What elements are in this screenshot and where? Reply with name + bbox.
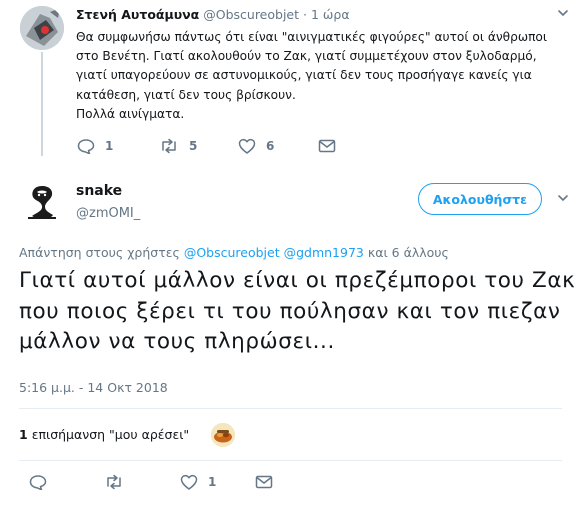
parent-reply-count: 1 xyxy=(105,139,114,153)
divider xyxy=(19,460,562,461)
retweet-icon xyxy=(104,474,124,490)
mail-icon xyxy=(318,138,336,154)
main-avatar[interactable] xyxy=(20,180,64,224)
dm-button[interactable] xyxy=(255,474,283,490)
like-count: 1 xyxy=(208,475,217,489)
author-handle[interactable]: @zmOMI_ xyxy=(76,206,140,221)
parent-tweet-header: Στενή Αυτοάμυνα @Obscureobjet · 1 ώρα xyxy=(76,7,350,22)
parent-retweet-button[interactable]: 5 xyxy=(159,138,197,154)
likes-count: 1 xyxy=(19,427,28,442)
tweet-timestamp[interactable]: 5:16 μ.μ. - 14 Οκτ 2018 xyxy=(19,380,168,395)
parent-tweet-text: Θα συμφωνήσω πάντως ότι είναι "αινιγματι… xyxy=(76,28,570,124)
parent-author-handle[interactable]: @Obscureobjet xyxy=(203,7,299,22)
reply-icon xyxy=(77,138,95,154)
parent-avatar[interactable] xyxy=(20,6,64,50)
retweet-button[interactable] xyxy=(104,474,134,490)
replying-to-prefix: Απάντηση στους χρήστες xyxy=(19,245,180,260)
divider xyxy=(19,408,562,409)
follow-button[interactable]: Ακολουθήστε xyxy=(418,183,542,215)
parent-reply-button[interactable]: 1 xyxy=(77,138,113,154)
parent-like-count: 6 xyxy=(266,139,275,153)
reply-icon xyxy=(29,474,47,490)
mail-icon xyxy=(255,474,273,490)
liker-avatar[interactable] xyxy=(211,423,235,447)
replying-to-suffix[interactable]: και 6 άλλους xyxy=(368,245,449,260)
parent-retweet-count: 5 xyxy=(189,139,198,153)
heart-icon xyxy=(238,138,256,154)
like-button[interactable]: 1 xyxy=(180,474,216,490)
likes-summary[interactable]: 1 επισήμανση "μου αρέσει" xyxy=(19,427,189,442)
reply-button[interactable] xyxy=(29,474,57,490)
replying-to-line: Απάντηση στους χρήστες @Obscureobjet @gd… xyxy=(19,245,449,260)
chevron-down-icon[interactable] xyxy=(556,191,570,205)
parent-tweet-paragraph: Πολλά αινίγματα. xyxy=(76,106,185,121)
author-name[interactable]: snake xyxy=(76,183,122,199)
tweet-text: Γιατί αυτοί μάλλον είναι οι πρεζέμποροι … xyxy=(19,268,576,354)
chevron-down-icon[interactable] xyxy=(556,6,570,20)
parent-tweet-time[interactable]: 1 ώρα xyxy=(311,7,350,22)
parent-tweet-paragraph: Θα συμφωνήσω πάντως ότι είναι "αινιγματι… xyxy=(76,30,547,102)
likes-label: επισήμανση "μου αρέσει" xyxy=(31,427,190,442)
reply-user-link[interactable]: @Obscureobjet xyxy=(184,245,280,260)
thread-connector-line xyxy=(41,52,43,156)
parent-like-button[interactable]: 6 xyxy=(238,138,274,154)
separator-dot: · xyxy=(303,7,307,22)
heart-icon xyxy=(180,474,198,490)
parent-author-name[interactable]: Στενή Αυτοάμυνα xyxy=(76,7,199,22)
parent-dm-button[interactable] xyxy=(318,138,346,154)
reply-user-link[interactable]: @gdmn1973 xyxy=(284,245,364,260)
retweet-icon xyxy=(159,138,179,154)
